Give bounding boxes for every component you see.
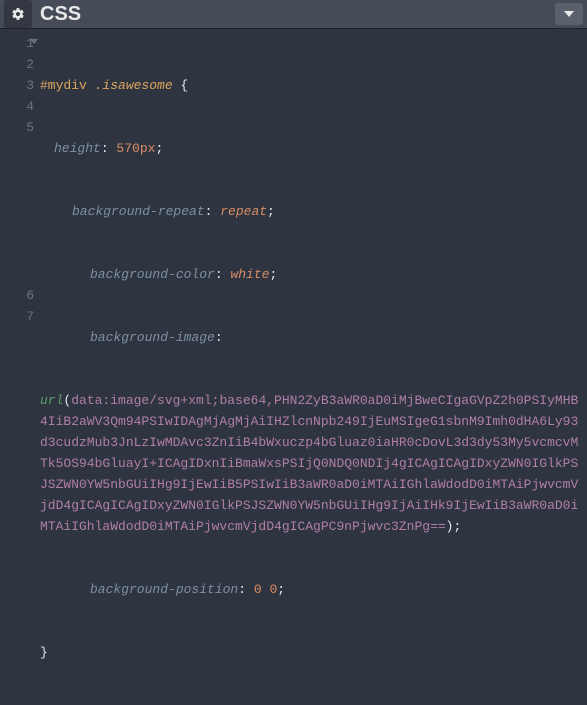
line-number: 1 (0, 33, 34, 54)
line-gutter: 1 2 3 4 5 6 7 (0, 33, 40, 705)
property-token: height (54, 141, 101, 156)
value-token: repeat (220, 204, 267, 219)
code-line: background-position: 0 0; (40, 579, 581, 600)
code-editor[interactable]: 1 2 3 4 5 6 7 #mydiv .isawesome { height… (0, 29, 587, 705)
code-line: background-repeat: repeat; (40, 201, 581, 222)
line-number (0, 180, 34, 201)
line-number (0, 201, 34, 222)
property-token: background-color (90, 267, 215, 282)
number-token: 570px (116, 141, 155, 156)
line-number (0, 138, 34, 159)
line-number: 4 (0, 96, 34, 117)
chevron-down-icon (564, 11, 574, 17)
string-token: data:image/svg+xml;base64,PHN2ZyB3aWR0aD… (40, 393, 578, 534)
code-line: } (40, 642, 581, 663)
collapse-button[interactable] (555, 3, 583, 25)
line-number (0, 159, 34, 180)
line-number: 3 (0, 75, 34, 96)
editor-header: CSS (0, 0, 587, 29)
code-line: height: 570px; (40, 138, 581, 159)
punct-token: { (173, 78, 189, 93)
fold-icon[interactable] (30, 39, 38, 44)
code-line: background-color: white; (40, 264, 581, 285)
line-number: 6 (0, 285, 34, 306)
line-number: 7 (0, 306, 34, 327)
line-number (0, 264, 34, 285)
selector-token: #mydiv (40, 78, 95, 93)
function-token: url (40, 393, 63, 408)
value-token: white (230, 267, 269, 282)
line-number (0, 222, 34, 243)
class-token: .isawesome (95, 78, 173, 93)
code-line: #mydiv .isawesome { (40, 75, 581, 96)
punct-token: } (40, 645, 48, 660)
code-line-wrap: url(data:image/svg+xml;base64,PHN2ZyB3aW… (40, 390, 581, 537)
line-number: 2 (0, 54, 34, 75)
settings-button[interactable] (4, 0, 32, 28)
property-token: background-image (90, 330, 215, 345)
property-token: background-repeat (72, 204, 205, 219)
gear-icon (11, 7, 25, 21)
number-token: 0 (254, 582, 262, 597)
line-number (0, 243, 34, 264)
property-token: background-position (90, 582, 238, 597)
panel-title: CSS (40, 3, 555, 26)
code-area[interactable]: #mydiv .isawesome { height: 570px; backg… (40, 33, 587, 705)
line-number: 5 (0, 117, 34, 138)
code-line: background-image: (40, 327, 581, 348)
